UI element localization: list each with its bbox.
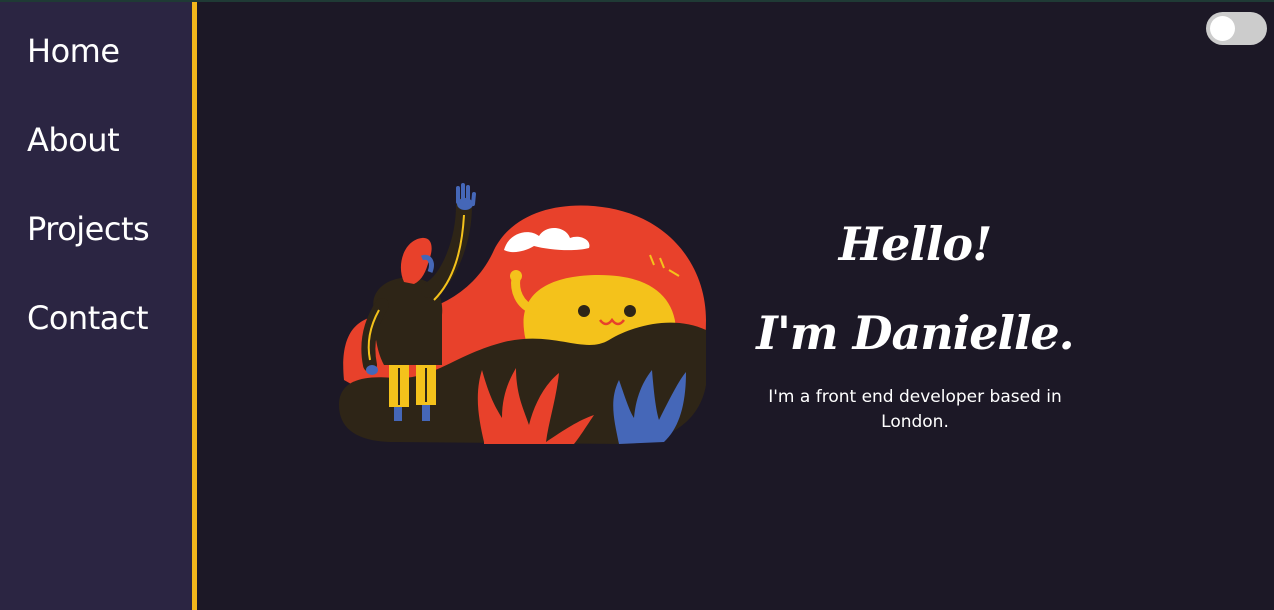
- nav-item-about[interactable]: About: [27, 121, 120, 159]
- hero-illustration: [339, 183, 706, 444]
- theme-toggle[interactable]: [1206, 12, 1267, 45]
- name-heading: I'm Danielle.: [756, 306, 1074, 360]
- nav-item-projects[interactable]: Projects: [27, 210, 150, 248]
- tagline: I'm a front end developer based in Londo…: [740, 385, 1090, 435]
- toggle-knob: [1210, 16, 1235, 41]
- nav-item-contact[interactable]: Contact: [27, 299, 149, 337]
- greeting-heading: Hello!: [838, 217, 993, 271]
- sidebar-nav: Home About Projects Contact: [0, 2, 197, 610]
- tagline-line-1: I'm a front end developer based in: [768, 387, 1062, 407]
- tagline-line-2: London.: [881, 412, 949, 432]
- person-hair: [400, 237, 432, 284]
- nav-item-home[interactable]: Home: [27, 32, 120, 70]
